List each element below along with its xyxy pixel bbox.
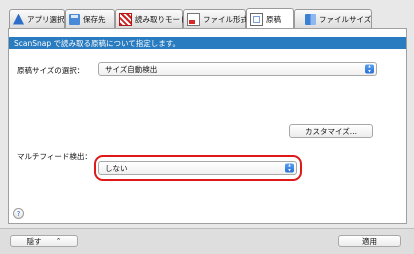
help-icon[interactable]: ? <box>13 208 24 219</box>
paper-size-value: サイズ自動検出 <box>105 64 158 74</box>
hide-button-label: 隠す <box>26 236 42 246</box>
tab-save-destination[interactable]: 保存先 <box>65 9 115 28</box>
info-bar: ScanSnap で読み取る原稿について指定します。 <box>9 37 406 49</box>
tab-label: 保存先 <box>83 14 106 24</box>
app-select-icon <box>13 13 24 25</box>
document-icon <box>250 12 263 26</box>
multifeed-value: しない <box>105 163 128 173</box>
tab-label: 読み取りモード <box>135 14 188 24</box>
hide-button[interactable]: 隠す ⌃ <box>10 235 78 247</box>
select-stepper-icon: ▴ ▾ <box>285 163 294 173</box>
tab-label: ファイル形式 <box>203 14 248 24</box>
tab-file-format[interactable]: ファイル形式 <box>183 9 248 28</box>
file-format-icon <box>187 12 200 26</box>
tab-scan-mode[interactable]: 読み取りモード <box>115 9 188 28</box>
apply-button[interactable]: 適用 <box>338 235 401 247</box>
info-bar-text: ScanSnap で読み取る原稿について指定します。 <box>14 38 181 48</box>
tab-file-size[interactable]: ファイルサイズ <box>294 9 372 28</box>
multifeed-select[interactable]: しない ▴ ▾ <box>98 161 297 175</box>
select-stepper-icon: ▴ ▾ <box>365 64 374 74</box>
paper-size-select[interactable]: サイズ自動検出 ▴ ▾ <box>98 62 377 76</box>
tab-label: アプリ選択 <box>27 14 65 24</box>
tab-app-select[interactable]: アプリ選択 <box>9 9 65 28</box>
tab-label: ファイルサイズ <box>319 14 372 24</box>
file-size-icon <box>305 13 316 25</box>
tab-strip: アプリ選択 保存先 読み取りモード ファイル形式 原稿 ファイルサイズ <box>0 0 414 30</box>
tab-document[interactable]: 原稿 <box>246 8 294 29</box>
save-folder-icon <box>69 13 80 25</box>
scan-mode-icon <box>119 12 132 26</box>
tab-label: 原稿 <box>266 14 281 24</box>
multifeed-label: マルチフィード検出： <box>17 152 92 161</box>
paper-size-label: 原稿サイズの選択： <box>17 66 85 75</box>
customize-button[interactable]: カスタマイズ... <box>289 124 373 138</box>
chevron-up-icon: ⌃ <box>55 237 62 245</box>
